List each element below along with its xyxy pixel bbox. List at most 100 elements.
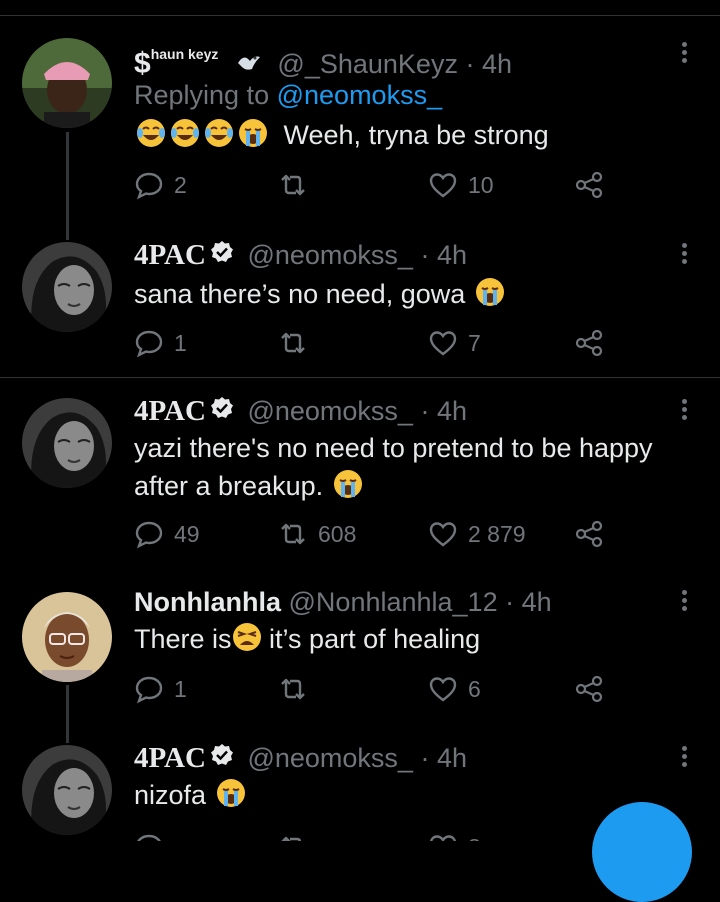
like-count: 8 [468,834,481,842]
user-handle[interactable]: @neomokss_ [247,240,412,270]
joy-emoji-icon [136,118,166,148]
timestamp[interactable]: · 4h [505,587,552,617]
weary-emoji-icon [232,622,262,652]
retweet-button[interactable] [278,168,318,202]
retweet-icon [281,332,305,354]
reply-icon [135,521,163,549]
user-name[interactable]: haun keyz [151,46,219,62]
avatar[interactable] [22,592,112,682]
tweet-text: Weeh, tryna be strong [134,116,694,154]
like-count: 7 [468,329,481,356]
tweet-text-content: nizofa [134,780,207,810]
tweet-actions: 49 608 2 879 [134,517,614,551]
avatar[interactable] [22,745,112,835]
replying-handle[interactable]: @neomokss_ [277,80,442,110]
joy-emoji-icon [170,118,200,148]
reply-button[interactable]: 49 [134,517,200,551]
share-button[interactable] [574,326,604,360]
reply-icon [135,172,163,200]
user-name[interactable]: 4PAC [134,742,206,774]
retweet-icon [281,523,305,545]
sob-emoji-icon [475,277,505,307]
like-count: 10 [468,171,494,198]
reply-button[interactable] [134,830,174,841]
like-button[interactable]: 8 [428,830,481,841]
user-handle[interactable]: @neomokss_ [247,396,412,426]
share-button[interactable] [574,168,604,202]
tweet[interactable]: 4PAC @neomokss_ · 4h sana there’s no nee… [0,237,720,367]
user-name[interactable]: 4PAC [134,239,206,271]
tweet-header: 4PAC @neomokss_ · 4h [134,740,467,780]
replying-to: Replying to @neomokss_ [134,77,442,113]
user-handle[interactable]: @Nonhlanhla_12 [289,587,498,617]
reply-icon [137,834,161,841]
share-icon [575,171,603,199]
tweet-text-content: sana there’s no need, gowa [134,279,466,309]
like-button[interactable]: 2 879 [428,517,526,551]
tweet-text-before: There is [134,624,232,654]
user-name[interactable]: Nonhlanhla [134,587,281,617]
tweet-header: 4PAC @neomokss_ · 4h [134,393,467,433]
tweet-text-line: after a breakup. [134,471,324,501]
top-divider [0,15,720,16]
tweet-header: Nonhlanhla @Nonhlanhla_12 · 4h [134,584,552,620]
verified-badge-icon [210,740,234,776]
share-button[interactable] [574,672,604,706]
retweet-button[interactable] [278,326,318,360]
heart-icon [429,522,457,547]
tweet-actions: 8 [134,830,614,841]
reply-button[interactable]: 1 [134,672,187,706]
timestamp[interactable]: · 4h [465,49,512,79]
tweet[interactable]: 4PAC @neomokss_ · 4h yazi there's no nee… [0,393,720,553]
reply-icon [135,330,163,358]
retweet-button[interactable] [278,672,318,706]
retweet-icon [281,836,302,841]
like-count: 2 879 [468,520,526,547]
sob-emoji-icon [238,118,268,148]
verified-badge-icon [210,237,234,273]
user-name[interactable]: 4PAC [134,395,206,427]
tweet[interactable]: Nonhlanhla @Nonhlanhla_12 · 4h There is … [0,584,720,724]
like-count: 6 [468,675,481,702]
tweet[interactable]: $haun keyz @_ShaunKeyz · 4h Replying to … [0,36,720,216]
heart-icon [429,835,457,841]
tweet-text: sana there’s no need, gowa [134,275,694,313]
tweet-text: nizofa [134,776,694,814]
share-button[interactable] [574,517,604,551]
sob-emoji-icon [216,778,246,808]
user-handle[interactable]: @_ShaunKeyz [277,49,458,79]
joy-emoji-icon [204,118,234,148]
timestamp[interactable]: · 4h [420,743,467,773]
avatar[interactable] [22,398,112,488]
share-icon [575,329,603,357]
tweet-header: 4PAC @neomokss_ · 4h [134,237,467,277]
like-button[interactable]: 10 [428,168,494,202]
tweet-actions: 2 10 [134,168,614,202]
tweet-text-after: it’s part of healing [261,624,481,654]
tweet-text-line: yazi there's no need to pretend to be ha… [134,433,653,463]
tweet-text: yazi there's no need to pretend to be ha… [134,429,694,505]
compose-tweet-button[interactable] [592,802,692,902]
timestamp[interactable]: · 4h [420,396,467,426]
sob-emoji-icon [333,469,363,499]
timestamp[interactable]: · 4h [420,240,467,270]
retweet-button[interactable]: 608 [278,517,356,551]
retweet-button[interactable] [278,830,318,841]
reply-count: 49 [174,520,200,547]
avatar[interactable] [22,242,112,332]
user-prefix[interactable]: $ [134,47,151,80]
like-button[interactable]: 7 [428,326,481,360]
replying-label: Replying to [134,80,270,110]
reply-button[interactable]: 1 [134,326,187,360]
retweet-icon [281,678,305,700]
reply-button[interactable]: 2 [134,168,187,202]
tweet-text-content: Weeh, tryna be strong [283,120,549,150]
reply-count: 1 [174,329,187,356]
user-handle[interactable]: @neomokss_ [247,743,412,773]
heart-icon [429,173,457,198]
reply-count: 2 [174,171,187,198]
like-button[interactable]: 6 [428,672,481,706]
tweet-actions: 1 7 [134,326,614,360]
avatar[interactable] [22,38,112,128]
more-options-icon[interactable] [674,40,694,80]
